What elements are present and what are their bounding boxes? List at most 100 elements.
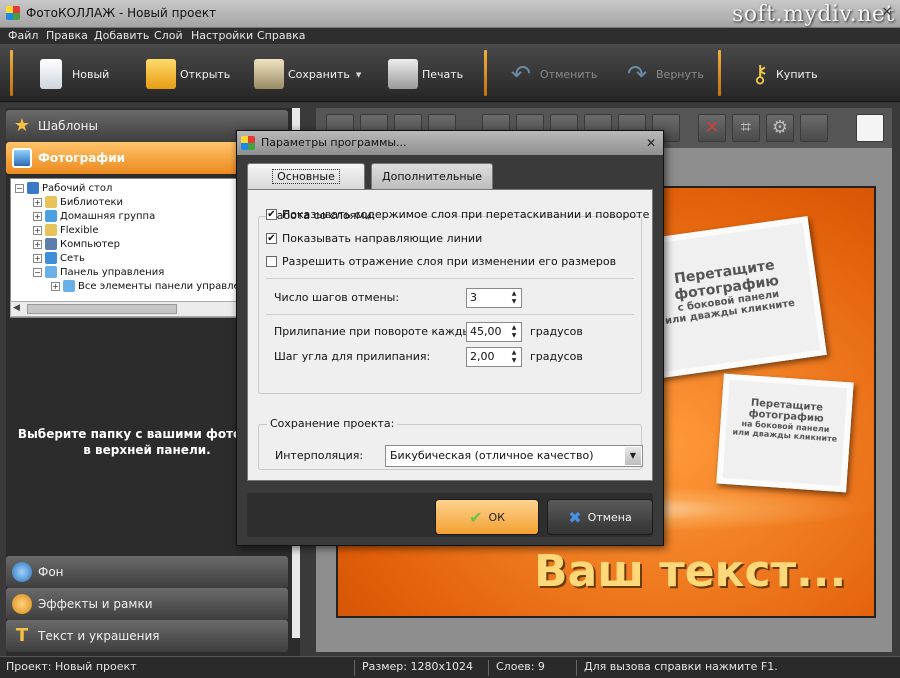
collapse-icon[interactable]: −: [33, 267, 42, 277]
sidebar-item-label: Фотографии: [38, 151, 126, 165]
redo-arrow-icon: ↷: [626, 60, 648, 88]
menu-help[interactable]: Справка: [257, 29, 305, 42]
cancel-button[interactable]: ✖ Отмена: [547, 499, 653, 535]
expand-icon[interactable]: +: [33, 211, 42, 221]
sidebar-item-label: Шаблоны: [38, 119, 98, 133]
background-icon: [12, 562, 32, 582]
tree-item-network[interactable]: + Сеть: [33, 251, 85, 265]
open-button[interactable]: Открыть: [146, 54, 230, 94]
tree-item-label: Сеть: [60, 252, 85, 264]
toolbar-separator: [718, 50, 721, 96]
dialog-close-icon[interactable]: ✕: [643, 135, 659, 151]
homegroup-icon: [45, 210, 57, 222]
status-size: Размер: 1280x1024: [362, 660, 473, 673]
save-button[interactable]: Сохранить ▾: [254, 54, 361, 94]
buy-label: Купить: [776, 67, 818, 81]
degrees-unit: градусов: [530, 350, 583, 363]
undo-arrow-icon: ↶: [510, 60, 532, 88]
interpolation-label: Интерполяция:: [275, 449, 364, 462]
dialog-title-bar[interactable]: Параметры программы... ✕: [237, 131, 663, 155]
snap-step-stepper[interactable]: 2,00 ▲ ▼: [466, 347, 522, 367]
interpolation-select[interactable]: Бикубическая (отличное качество) ▼: [385, 445, 643, 467]
sidebar-item-background[interactable]: Фон: [6, 556, 288, 588]
tab-main[interactable]: Основные: [247, 163, 365, 189]
show-guides-checkbox[interactable]: ✔ Показывать направляющие линии: [266, 232, 482, 245]
stepper-arrows-icon[interactable]: ▲ ▼: [509, 324, 519, 340]
sidebar-item-effects[interactable]: Эффекты и рамки: [6, 588, 288, 620]
undo-steps-stepper[interactable]: 3 ▲ ▼: [466, 288, 522, 308]
new-page-icon[interactable]: [856, 114, 884, 142]
tree-item-libraries[interactable]: + Библиотеки: [33, 195, 123, 209]
show-layer-content-checkbox[interactable]: ✔ Показывать содержимое слоя при перетаск…: [266, 208, 649, 221]
redo-label: Вернуть: [656, 67, 704, 81]
tab-additional[interactable]: Дополнительные: [371, 163, 493, 189]
sidebar-item-label: Эффекты и рамки: [38, 597, 153, 611]
scroll-left-icon[interactable]: ◀: [13, 303, 20, 313]
new-button[interactable]: Новый: [40, 54, 109, 94]
undo-button[interactable]: ↶ Отменить: [506, 54, 597, 94]
app-logo-icon: [241, 136, 255, 150]
status-divider: [354, 660, 355, 676]
menu-settings[interactable]: Настройки: [191, 29, 253, 42]
tree-item-label: Панель управления: [60, 266, 165, 278]
tree-item-label: Flexible: [60, 224, 99, 236]
toolbar-separator: [10, 50, 13, 96]
sidebar-item-text[interactable]: T Текст и украшения: [6, 620, 288, 652]
tab-label: Основные: [272, 169, 340, 184]
photo-placeholder[interactable]: Перетащите фотографию на боковой панели …: [716, 373, 854, 493]
tree-item-desktop[interactable]: − Рабочий стол: [15, 181, 112, 195]
allow-mirror-checkbox[interactable]: Разрешить отражение слоя при изменении е…: [266, 255, 616, 268]
checkbox-checked-icon[interactable]: ✔: [266, 209, 277, 220]
menu-layer[interactable]: Слой: [154, 29, 183, 42]
snap-rotate-label: Прилипание при повороте каждые:: [274, 325, 482, 338]
checkmark-icon: ✔: [469, 507, 483, 527]
select-value: Бикубическая (отличное качество): [390, 449, 594, 462]
scroll-thumb[interactable]: [27, 304, 177, 314]
menu-edit[interactable]: Правка: [46, 29, 88, 42]
expand-icon[interactable]: +: [33, 253, 42, 263]
expand-icon[interactable]: +: [33, 239, 42, 249]
stepper-arrows-icon[interactable]: ▲ ▼: [509, 349, 519, 365]
tree-item-label: Домашняя группа: [60, 210, 156, 222]
print-button[interactable]: Печать: [388, 54, 463, 94]
redo-button[interactable]: ↷ Вернуть: [622, 54, 704, 94]
tree-item-all-control-panel[interactable]: + Все элементы панели управления: [51, 279, 259, 293]
separator-dash: -: [356, 68, 360, 81]
expand-icon[interactable]: +: [33, 197, 42, 207]
tree-item-computer[interactable]: + Компьютер: [33, 237, 120, 251]
collage-caption-text[interactable]: Ваш текст...: [534, 546, 846, 597]
dialog-footer: ✔ ОК ✖ Отмена: [247, 493, 653, 537]
print-label: Печать: [422, 67, 464, 81]
snap-rotate-stepper[interactable]: 45,00 ▲ ▼: [466, 322, 522, 342]
checkbox-unchecked-icon[interactable]: [266, 256, 277, 267]
window-close-icon[interactable]: ✕: [878, 4, 896, 22]
library-icon: [45, 196, 57, 208]
chevron-down-icon[interactable]: ▼: [625, 447, 641, 465]
save-project-group: Сохранение проекта: Интерполяция: Бикуби…: [258, 417, 643, 470]
stepper-arrows-icon[interactable]: ▲ ▼: [509, 290, 519, 306]
settings-gear-icon[interactable]: ⚙: [766, 114, 794, 142]
lock-icon[interactable]: [800, 114, 828, 142]
star-icon: ★: [13, 115, 31, 136]
expand-icon[interactable]: +: [33, 225, 42, 235]
tree-item-label: Компьютер: [60, 238, 120, 250]
new-document-icon: [40, 59, 62, 89]
tree-item-homegroup[interactable]: + Домашняя группа: [33, 209, 155, 223]
tree-item-label: Рабочий стол: [42, 182, 113, 194]
expand-icon[interactable]: +: [51, 281, 60, 291]
menu-add[interactable]: Добавить: [94, 29, 149, 42]
ok-button[interactable]: ✔ ОК: [435, 499, 539, 535]
tree-item-flexible[interactable]: + Flexible: [33, 223, 98, 237]
delete-layer-icon[interactable]: ✕: [698, 114, 726, 142]
status-help: Для вызова справки нажмите F1.: [584, 660, 778, 673]
buy-button[interactable]: ⚷ Купить: [748, 54, 818, 94]
menu-file[interactable]: Файл: [8, 29, 38, 42]
crop-icon[interactable]: ⌗: [732, 114, 760, 142]
checkbox-checked-icon[interactable]: ✔: [266, 233, 277, 244]
photo-icon: [12, 148, 32, 168]
degrees-unit: градусов: [530, 325, 583, 338]
collapse-icon[interactable]: −: [15, 183, 24, 193]
stepper-value: 3: [470, 291, 477, 304]
palette-icon: [12, 594, 32, 614]
tree-item-control-panel[interactable]: − Панель управления: [33, 265, 164, 279]
